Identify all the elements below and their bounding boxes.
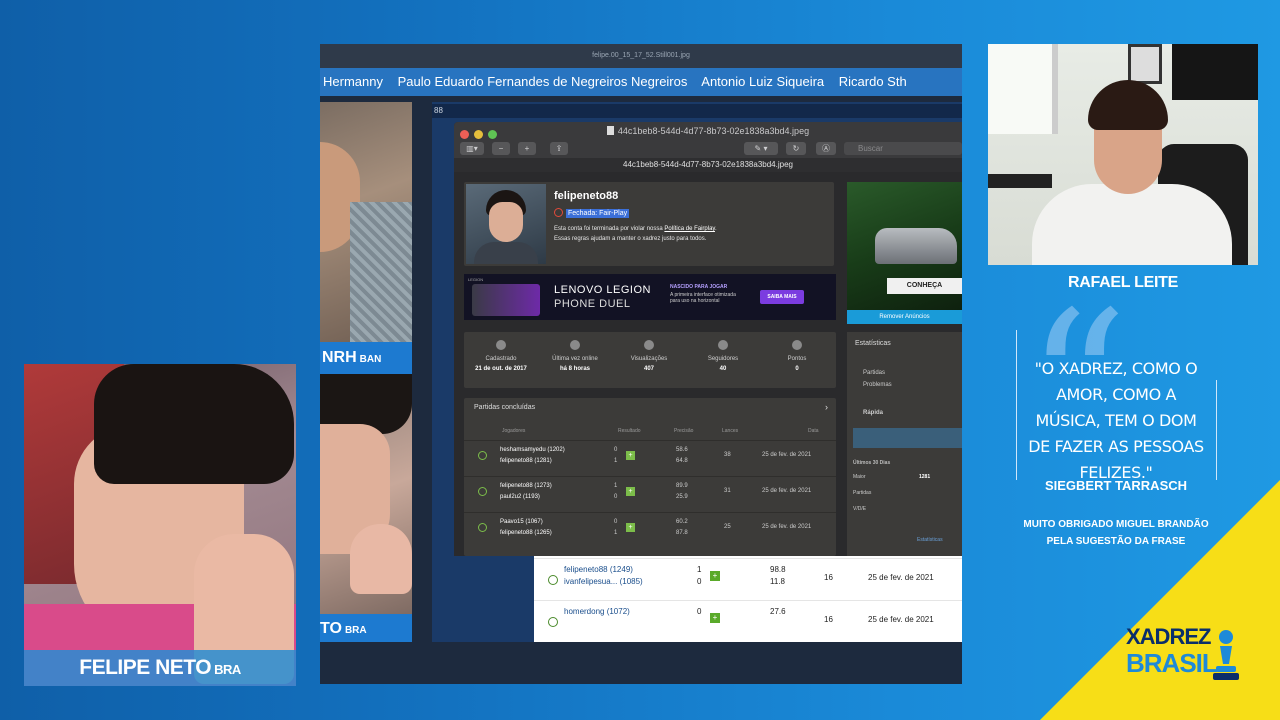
table-row[interactable]: felipeneto88 (1249) ivanfelipesua... (10… [534,558,962,600]
side-ad-cta-button[interactable]: CONHEÇA [887,278,962,294]
stat-highest: Maior 1281 [853,474,931,480]
table-row[interactable]: homerdong (1072) 0 + 27.6 16 25 de fev. … [534,600,962,642]
ad-cta-button[interactable]: SAIBA MAIS [760,290,804,304]
win-icon: + [626,523,635,532]
clock-icon [548,575,558,585]
markup-pen-button[interactable]: ✎ ▾ [744,142,778,155]
stats-puzzles-link[interactable]: Problemas [863,382,892,388]
clock-icon [478,451,487,460]
side-ad[interactable]: CONHEÇA Remover Anúncios [847,182,962,324]
sidebar-toggle-button[interactable]: ▥▾ [460,142,484,155]
pip-video-bottom [320,374,412,614]
car-image [875,228,957,264]
clock-icon [548,617,558,627]
pip-label-bottom: TO BRA [320,614,412,642]
webcam-rafael [988,44,1258,265]
chess-pawn-icon [1213,630,1239,680]
pip-strip: NRH BAN TO BRA [320,102,412,642]
quote-divider-left [1016,330,1017,480]
closure-message: Esta conta foi terminada por violar noss… [554,226,717,232]
inner-screen: 88 felipeneto88 (1249) ivanfelipesua... … [432,102,962,642]
stat-followers: Seguidores 40 [686,336,760,372]
stat-views: Visualizações 407 [612,336,686,372]
win-icon: + [626,487,635,496]
quote-divider-right [1216,380,1217,480]
quote-thanks: MUITO OBRIGADO MIGUEL BRANDÃO PELA SUGES… [1023,519,1209,547]
webcam-felipe [24,364,296,686]
stat-wld: V/D/E [853,506,867,512]
ticker-name: Hermanny [323,74,383,89]
closure-message-2: Essas regras ajudam a manter o xadrez ju… [554,236,707,242]
profile-card: felipeneto88 Fechada: Fair-Play Esta con… [464,182,834,266]
fairplay-policy-link[interactable]: Política de Fairplay [664,226,715,232]
account-status: Fechada: Fair-Play [554,208,630,218]
avatar [466,184,546,264]
statistics-title: Estatísticas [855,340,891,347]
table-row[interactable]: Paavo15 (1067) felipeneto88 (1265) 0 1 +… [464,512,836,544]
pulse-icon [570,340,580,350]
pip-label-top: NRH BAN [320,342,412,374]
document-icon [606,126,614,135]
shared-screen: felipe.00_15_17_52.Still001.jpg Hermanny… [320,44,962,684]
filename-strip: 88 [432,104,962,118]
ticker-name: Ricardo Sth [838,74,907,89]
clock-icon [478,523,487,532]
ban-icon [554,208,563,217]
preview-subtitle: 44c1beb8-544d-4d77-8b73-02e1838a3bd4.jpe… [454,158,962,172]
quote-text: "O XADREZ, COMO O AMOR, COMO A MÚSICA, T… [1028,359,1204,482]
table-row[interactable]: felipeneto88 (1273) paul2u2 (1193) 1 0 +… [464,476,836,508]
ad-banner[interactable]: LEGION LENOVO LEGION PHONE DUEL NASCIDO … [464,274,836,320]
remove-ads-link[interactable]: Remover Anúncios [847,310,962,324]
completed-games: Partidas concluídas › Jogadores Resultad… [464,398,836,556]
xadrez-brasil-logo: XADREZ BRASIL [1126,624,1246,682]
stat-joined: Cadastrado 21 de out. de 2017 [464,336,538,372]
last-30-days-label: Últimos 30 Dias [853,460,891,466]
stat-last-online: Última vez online há 8 horas [538,336,612,372]
games-table-background: felipeneto88 (1249) ivanfelipesua... (10… [534,556,962,642]
clock-icon [478,487,487,496]
ticker-name: Antonio Luiz Siqueira [701,74,825,89]
stat-points: Pontos 0 [760,336,834,372]
completed-games-header[interactable]: Partidas concluídas [474,404,535,411]
win-icon: + [626,451,635,460]
search-input[interactable]: Buscar [844,142,962,155]
views-icon [644,340,654,350]
markup-button[interactable]: Ⓐ [816,142,836,155]
names-ticker: Hermanny Paulo Eduardo Fernandes de Negr… [320,68,962,96]
gamepad-image [472,284,540,316]
table-row[interactable]: heshamsamyedu (1202) felipeneto88 (1281)… [464,440,836,472]
stat-games: Partidas [853,490,872,496]
preview-title: 44c1beb8-544d-4d77-8b73-02e1838a3bd4.jpe… [454,126,962,136]
profile-stats: Cadastrado 21 de out. de 2017 Última vez… [464,332,836,388]
share-button[interactable]: ⇪ [550,142,568,155]
rating-graph [853,428,962,448]
person-icon [496,340,506,350]
zoom-in-button[interactable]: + [518,142,536,155]
screen-window-title: felipe.00_15_17_52.Still001.jpg [320,44,962,68]
rapid-rating-label[interactable]: Rápida [863,410,883,416]
zoom-out-button[interactable]: − [492,142,510,155]
quote-author: SIEGBERT TARRASCH [1044,478,1188,493]
profile-username: felipeneto88 [554,190,619,202]
games-columns: Jogadores Resultado Precisão Lances Data [502,428,819,434]
preview-toolbar: 44c1beb8-544d-4d77-8b73-02e1838a3bd4.jpe… [454,122,962,158]
points-icon [792,340,802,350]
win-icon: + [710,571,720,581]
side-statistics: Estatísticas Partidas Problemas Rápida Ú… [847,332,962,556]
ticker-name: Paulo Eduardo Fernandes de Negreiros Neg… [397,74,688,89]
followers-icon [718,340,728,350]
preview-window: 44c1beb8-544d-4d77-8b73-02e1838a3bd4.jpe… [454,122,962,556]
more-stats-link[interactable]: Estatísticas [917,537,943,543]
chevron-right-icon[interactable]: › [825,402,828,412]
stats-games-link[interactable]: Partidas [863,370,885,376]
rotate-button[interactable]: ↻ [786,142,806,155]
webcam-felipe-label: FELIPE NETO BRA [24,650,296,686]
pip-video-top [320,102,412,342]
win-icon: + [710,613,720,623]
